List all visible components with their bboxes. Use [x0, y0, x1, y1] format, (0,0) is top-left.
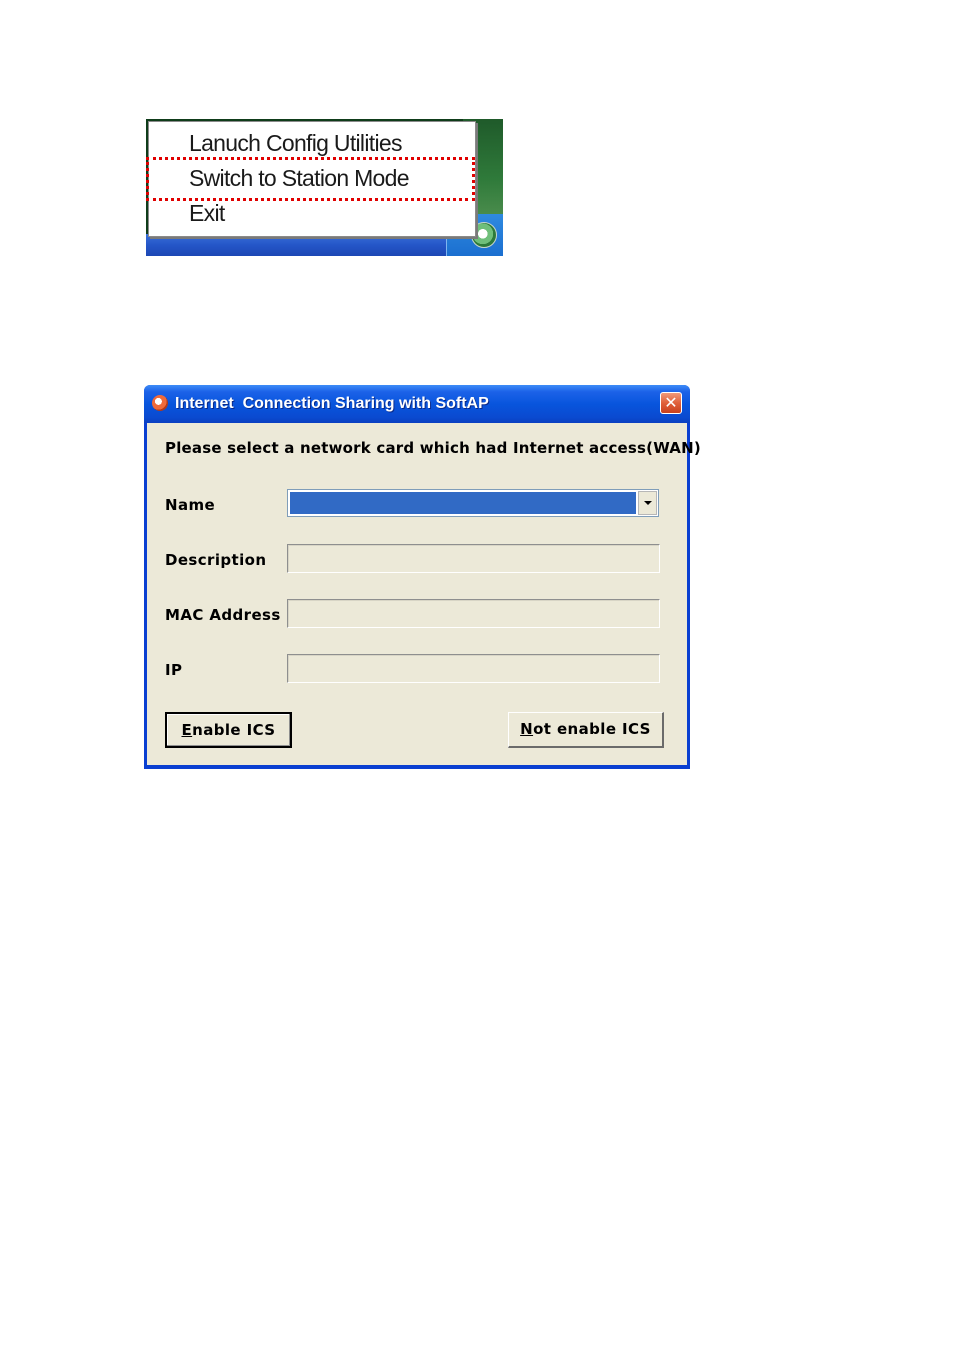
ip-label: IP: [165, 661, 183, 679]
dialog-titlebar[interactable]: Internet Connection Sharing with SoftAP …: [144, 385, 690, 423]
menu-item-exit[interactable]: Exit: [189, 200, 225, 227]
not-enable-mnemonic: N: [520, 720, 534, 738]
enable-label: nable ICS: [192, 721, 276, 739]
close-icon: ✕: [664, 393, 678, 412]
prompt-text: Please select a network card which had I…: [165, 439, 701, 457]
ip-field: [287, 654, 660, 683]
dialog-title: Internet Connection Sharing with SoftAP: [175, 395, 489, 412]
mac-address-field: [287, 599, 660, 628]
description-field: [287, 544, 660, 573]
ics-dialog: Internet Connection Sharing with SoftAP …: [144, 385, 701, 769]
name-dropdown[interactable]: [287, 489, 659, 517]
dotted-highlight-box: [146, 157, 475, 201]
menu-item-launch-config-utilities[interactable]: Lanuch Config Utilities: [189, 130, 402, 157]
tray-context-menu-screenshot: Lanuch Config Utilities Switch to Statio…: [146, 119, 503, 256]
enable-mnemonic: E: [181, 721, 193, 739]
softap-app-icon: [152, 395, 168, 411]
enable-ics-button[interactable]: Enable ICS: [165, 712, 292, 748]
chevron-down-icon[interactable]: [638, 491, 657, 515]
not-enable-label: ot enable ICS: [533, 720, 651, 738]
close-button[interactable]: ✕: [660, 392, 682, 414]
mac-address-label: MAC Address: [165, 606, 281, 624]
name-dropdown-selection: [290, 492, 636, 514]
description-label: Description: [165, 551, 267, 569]
name-label: Name: [165, 496, 216, 514]
not-enable-ics-button[interactable]: Not enable ICS: [508, 712, 664, 748]
dialog-client-area: Please select a network card which had I…: [147, 423, 701, 765]
